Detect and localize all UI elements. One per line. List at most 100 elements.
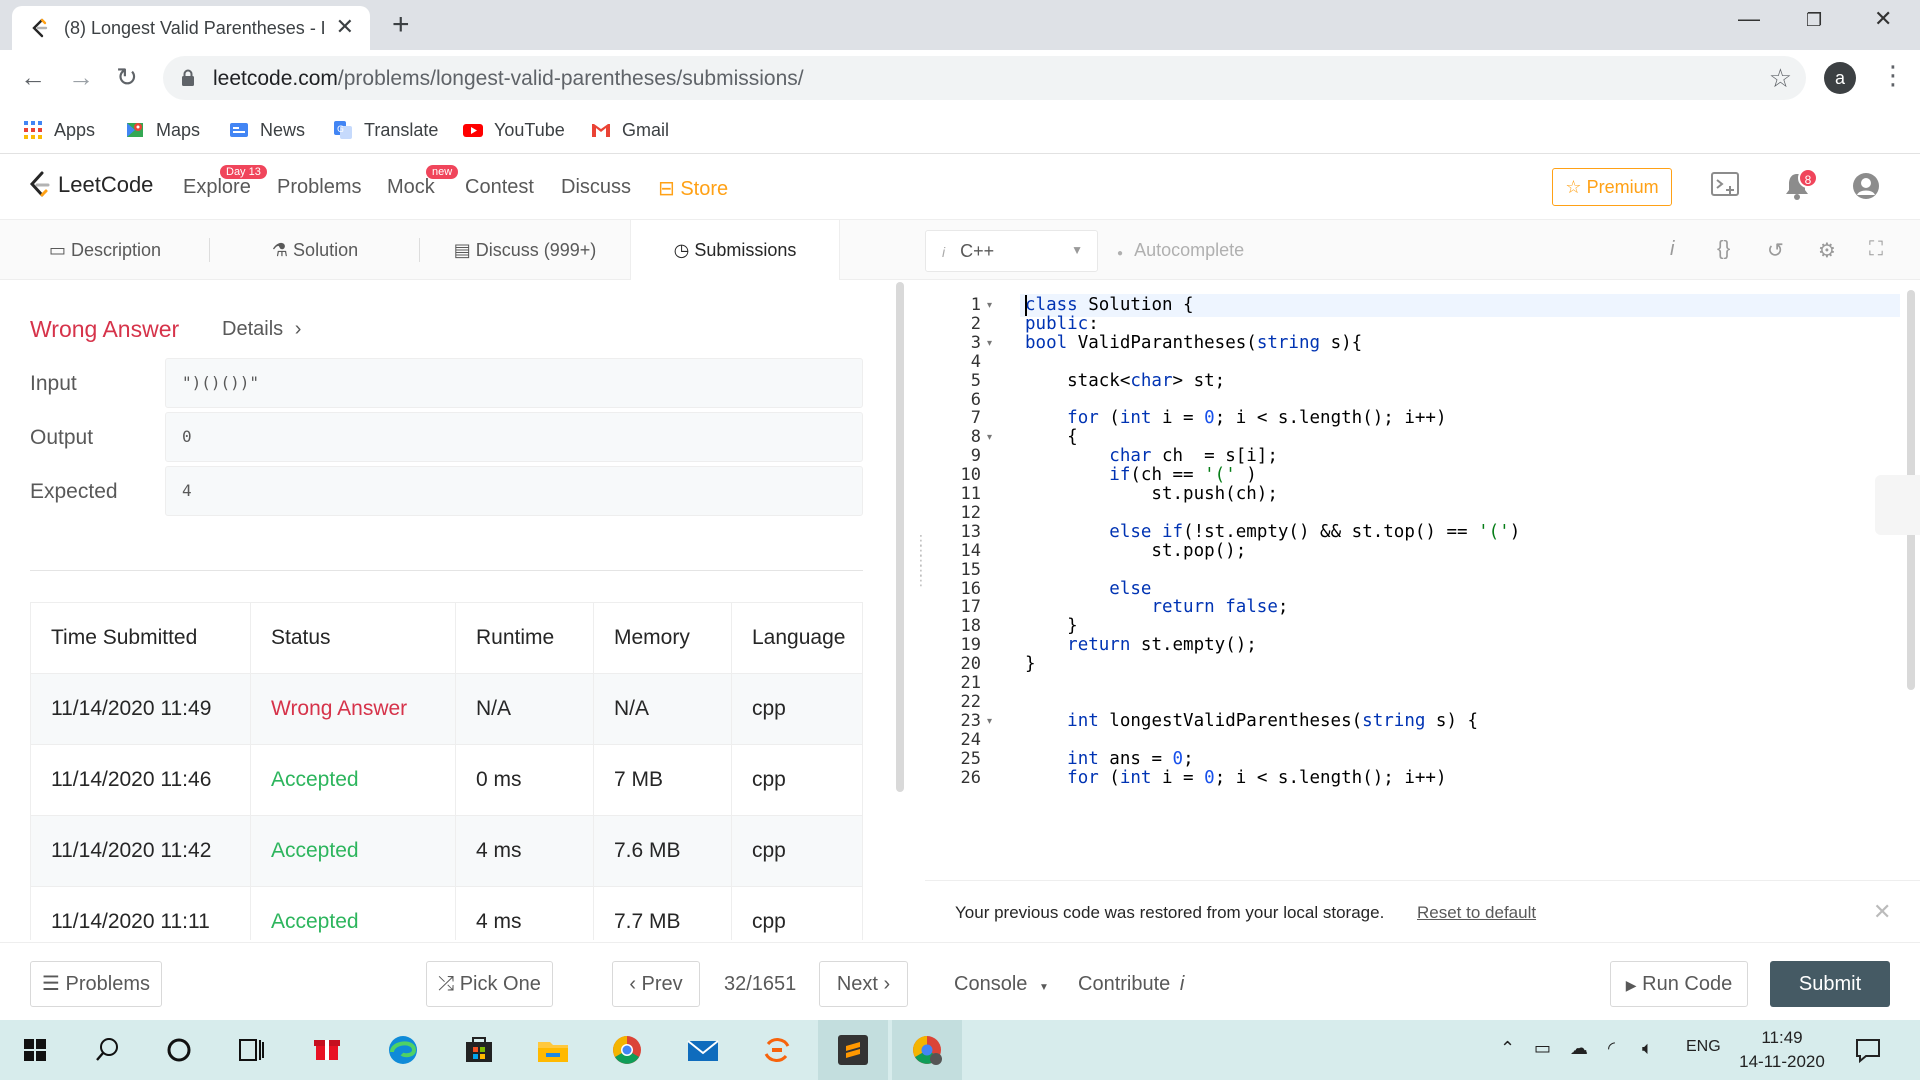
code-line[interactable]: char ch = s[i]; [1025,446,1278,466]
playground-icon[interactable] [1710,170,1742,200]
panel-resize-handle[interactable]: ⋮ ⋮ ⋮ ⋮ ⋮ [914,533,928,587]
bookmark-star-icon[interactable]: ☆ [1769,63,1792,94]
code-line[interactable]: return st.empty(); [1025,635,1257,655]
nav-store[interactable]: ⊟ Store [658,176,728,201]
back-arrow-icon[interactable]: ← [20,62,46,93]
tab-solution[interactable]: ⚗ Solution [210,220,420,280]
reset-to-default-link[interactable]: Reset to default [1417,903,1536,923]
forward-arrow-icon[interactable]: → [68,62,94,93]
wifi-icon[interactable]: ◜ [1608,1038,1615,1059]
profile-avatar[interactable]: a [1824,62,1856,94]
nav-mock[interactable]: Mock [387,176,435,199]
minimize-icon[interactable]: — [1738,6,1760,32]
code-line[interactable]: else [1025,579,1151,599]
cell-status-link[interactable]: Accepted [250,815,456,887]
sublime-text-icon[interactable] [818,1020,888,1080]
prev-button[interactable]: ‹ Prev [612,961,700,1007]
chrome-profile-icon[interactable] [892,1020,962,1080]
tab-submissions[interactable]: ◷ Submissions [630,220,840,280]
code-line[interactable]: public: [1025,314,1099,334]
system-clock[interactable]: 11:49 14-11-2020 [1726,1026,1838,1074]
bookmark-apps[interactable]: Apps [22,116,95,144]
problems-list-button[interactable]: ☰ Problems [30,961,162,1007]
code-line[interactable]: { [1025,427,1078,447]
leetcode-logo[interactable]: LeetCode [28,170,153,200]
user-avatar-icon[interactable] [1852,172,1880,200]
file-explorer-icon[interactable] [518,1020,588,1080]
pick-one-button[interactable]: ⤮ Pick One [426,961,553,1007]
bookmark-maps[interactable]: Maps [124,116,200,144]
code-line[interactable]: } [1025,654,1036,674]
gift-app-icon[interactable] [292,1020,362,1080]
restore-window-icon[interactable]: ❐ [1806,10,1822,31]
side-feedback-button[interactable] [1875,475,1920,535]
left-scrollbar[interactable] [896,282,904,792]
premium-button[interactable]: ☆ Premium [1552,168,1672,206]
table-row[interactable]: 11/14/2020 11:46 Accepted 0 ms 7 MB cpp [30,744,863,816]
code-line[interactable]: st.pop(); [1025,541,1246,561]
nav-contest[interactable]: Contest [465,176,534,199]
run-code-button[interactable]: ▶ Run Code [1610,961,1748,1007]
input-language[interactable]: ENG [1686,1038,1721,1056]
cell-status-link[interactable]: Accepted [250,744,456,816]
close-tab-icon[interactable]: ✕ [336,14,354,40]
contribute-link[interactable]: Contribute i [1078,973,1184,996]
chrome-icon[interactable] [592,1020,662,1080]
bookmark-news[interactable]: News [228,116,305,144]
close-icon[interactable]: ✕ [1873,899,1891,925]
code-line[interactable]: if(ch == '(' ) [1025,465,1257,485]
url-field[interactable]: leetcode.com/problems/longest-valid-pare… [163,56,1806,100]
console-toggle[interactable]: Console ▼ [954,973,1049,996]
battery-icon[interactable]: ▭ [1534,1038,1551,1059]
nav-explore[interactable]: Explore [183,176,251,199]
bookmark-translate[interactable]: G Translate [332,116,438,144]
code-editor[interactable]: 1 ▾ 2 3 ▾ 4 5 6 7 8 ▾ 9 10 11 12 13 14 15 16 17 18 19 20 21 22 23… [925,280,1920,880]
code-line[interactable]: return false; [1025,597,1288,617]
tab-discuss[interactable]: ▤ Discuss (999+) [420,220,630,280]
code-line[interactable]: for (int i = 0; i < s.length(); i++) [1025,768,1446,788]
submit-button[interactable]: Submit [1770,961,1890,1007]
details-link[interactable]: Details › [222,318,301,341]
code-line[interactable]: for (int i = 0; i < s.length(); i++) [1025,408,1446,428]
code-line[interactable]: } [1025,616,1078,636]
code-line[interactable]: bool ValidParantheses(string s){ [1025,333,1362,353]
info-icon[interactable]: i [1670,238,1674,261]
cortana-icon[interactable] [144,1020,214,1080]
volume-icon[interactable]: 🔈︎ [1642,1038,1653,1059]
onedrive-cloud-icon[interactable]: ☁ [1570,1038,1588,1059]
autocomplete-toggle[interactable]: ● Autocomplete [1117,240,1244,261]
edge-icon[interactable] [368,1020,438,1080]
table-row[interactable]: 11/14/2020 11:49 Wrong Answer N/A N/A cp… [30,673,863,745]
code-line[interactable]: int longestValidParentheses(string s) { [1025,711,1478,731]
settings-icon[interactable]: ⚙ [1818,238,1836,263]
next-button[interactable]: Next › [819,961,908,1007]
code-line[interactable]: int ans = 0; [1025,749,1193,769]
task-view-icon[interactable] [216,1020,286,1080]
nav-problems[interactable]: Problems [277,176,361,199]
code-line[interactable]: stack<char> st; [1025,371,1225,391]
code-line[interactable]: st.push(ch); [1025,484,1277,504]
fold-toggle-icon[interactable]: ▾ [987,300,992,311]
fold-toggle-icon[interactable]: ▾ [987,338,992,349]
sync-app-icon[interactable] [742,1020,812,1080]
cell-status-link[interactable]: Wrong Answer [250,673,456,745]
braces-icon[interactable]: {} [1717,238,1730,261]
store-app-icon[interactable] [444,1020,514,1080]
bookmark-gmail[interactable]: Gmail [590,116,669,144]
fold-toggle-icon[interactable]: ▾ [987,432,992,443]
reload-icon[interactable]: ↻ [116,62,138,93]
language-select[interactable]: i C++ ▼ [925,230,1098,272]
table-row[interactable]: 11/14/2020 11:11 Accepted 4 ms 7.7 MB cp… [30,886,863,940]
tab-description[interactable]: ▭ Description [0,220,210,280]
code-line[interactable]: else if(!st.empty() && st.top() == '(') [1025,522,1520,542]
windows-start-icon[interactable] [0,1020,70,1080]
cell-status-link[interactable]: Accepted [250,886,456,940]
fullscreen-icon[interactable]: ⛶ [1869,238,1883,261]
browser-menu-icon[interactable]: ⋮ [1880,60,1906,91]
nav-discuss[interactable]: Discuss [561,176,631,199]
table-row[interactable]: 11/14/2020 11:42 Accepted 4 ms 7.6 MB cp… [30,815,863,887]
mail-icon[interactable] [668,1020,738,1080]
new-tab-icon[interactable]: + [392,8,410,42]
close-window-icon[interactable]: ✕ [1874,6,1892,32]
search-icon[interactable] [72,1020,142,1080]
